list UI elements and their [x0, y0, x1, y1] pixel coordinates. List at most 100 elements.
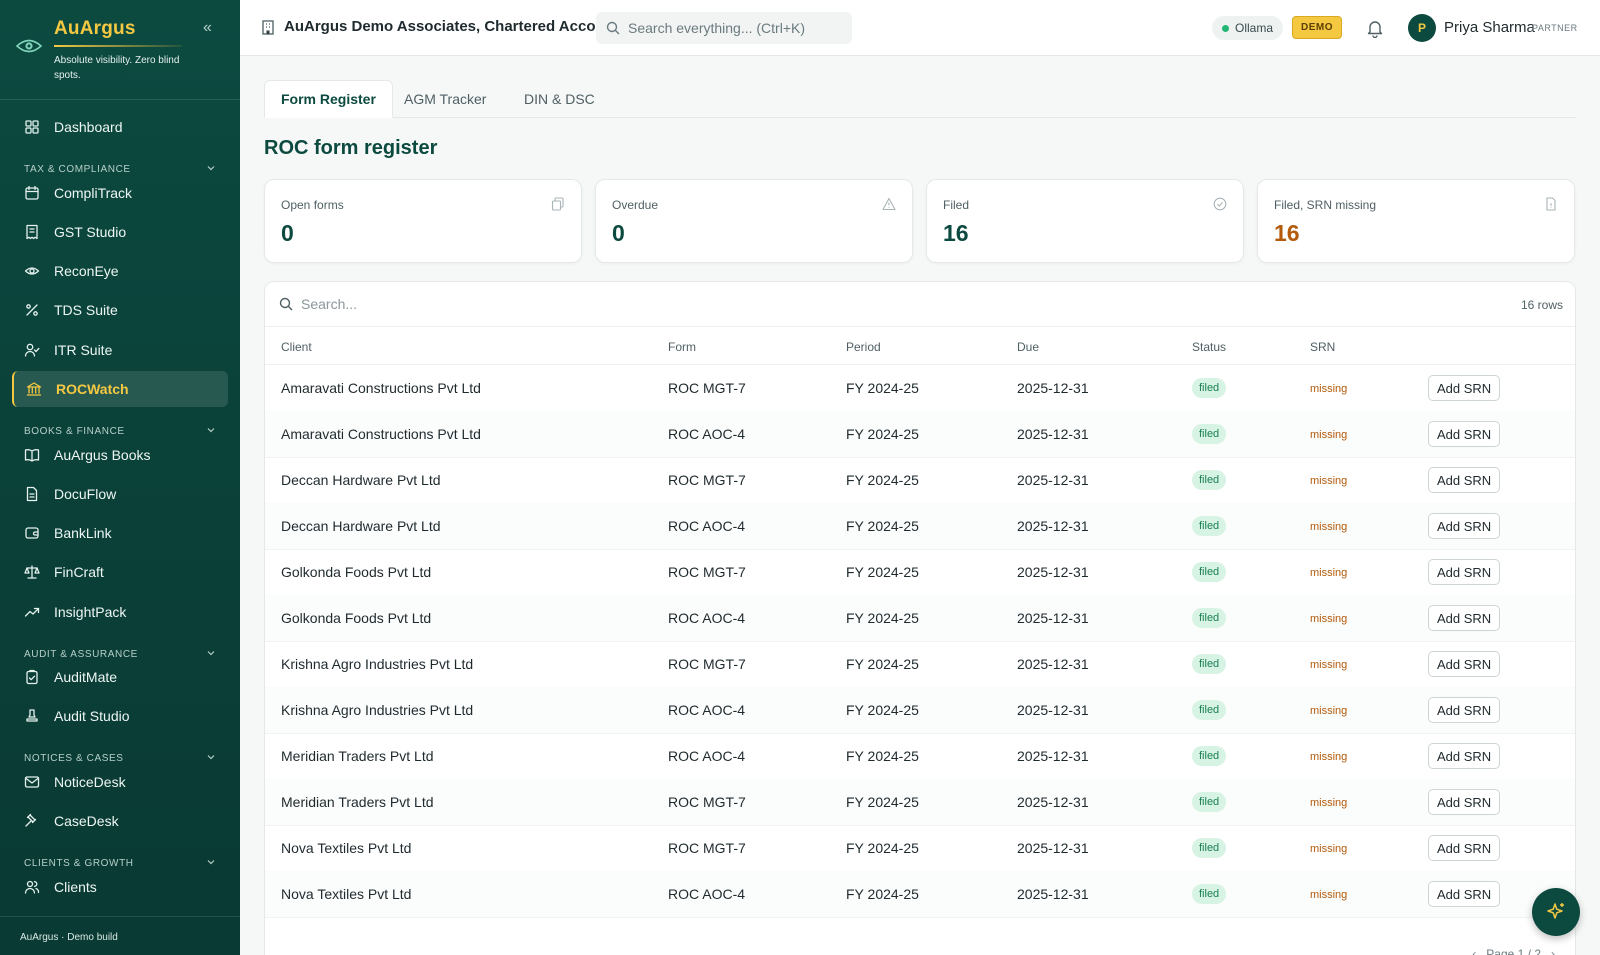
add-srn-button[interactable]: Add SRN — [1428, 375, 1501, 401]
table-search-bar: 16 rows — [265, 282, 1575, 327]
sidebar-item-label: InsightPack — [54, 604, 127, 620]
period-cell: FY 2024-25 — [846, 380, 919, 396]
srn-status: missing — [1310, 429, 1348, 441]
sidebar-item-audit-studio[interactable]: Audit Studio — [12, 698, 228, 734]
client-cell: Deccan Hardware Pvt Ltd — [281, 518, 441, 534]
sidebar-nav: Dashboard TAX & COMPLIANCE CompliTrack GST … — [0, 100, 240, 915]
client-cell: Deccan Hardware Pvt Ltd — [281, 472, 441, 488]
add-srn-button[interactable]: Add SRN — [1428, 605, 1501, 631]
ai-assistant-button[interactable] — [1532, 888, 1580, 936]
column-header-srn[interactable]: SRN — [1310, 340, 1335, 354]
sidebar-item-fincraft[interactable]: FinCraft — [12, 554, 228, 590]
sidebar-section-label: BOOKS & FINANCE — [24, 426, 125, 437]
add-srn-button[interactable]: Add SRN — [1428, 743, 1501, 769]
period-cell: FY 2024-25 — [846, 564, 919, 580]
sidebar-item-tds-suite[interactable]: TDS Suite — [12, 292, 228, 328]
sidebar-item-insightpack[interactable]: InsightPack — [12, 594, 228, 630]
table-row[interactable]: Deccan Hardware Pvt Ltd ROC MGT-7 FY 2024-… — [265, 457, 1575, 504]
table-row[interactable]: Meridian Traders Pvt Ltd ROC AOC-4 FY 2024… — [265, 733, 1575, 780]
sidebar-item-noticedesk[interactable]: NoticeDesk — [12, 764, 228, 800]
sidebar-item-clients[interactable]: Clients — [12, 869, 228, 905]
column-header-due[interactable]: Due — [1017, 340, 1039, 354]
users-icon — [24, 879, 40, 895]
demo-badge: DEMO — [1292, 16, 1342, 39]
table-row[interactable]: Meridian Traders Pvt Ltd ROC MGT-7 FY 2024… — [265, 779, 1575, 826]
sidebar-item-dashboard[interactable]: Dashboard — [12, 109, 228, 145]
table-row[interactable]: Amaravati Constructions Pvt Ltd ROC MGT-7… — [265, 365, 1575, 412]
tab-form-register[interactable]: Form Register — [264, 80, 393, 118]
status-badge: filed — [1192, 746, 1227, 766]
user-name[interactable]: Priya Sharma — [1444, 19, 1535, 36]
sidebar-item-rocwatch[interactable]: ROCWatch — [12, 371, 228, 407]
bell-icon[interactable] — [1365, 18, 1385, 38]
sidebar-item-gst-studio[interactable]: GST Studio — [12, 214, 228, 250]
stat-filed: Filed 16 — [926, 179, 1244, 263]
sidebar-item-auargus-books[interactable]: AuArgus Books — [12, 437, 228, 473]
table-search-input[interactable] — [301, 290, 1201, 318]
receipt-icon — [24, 224, 40, 240]
tab-agm-tracker[interactable]: AGM Tracker — [388, 80, 502, 118]
sidebar-item-label: ROCWatch — [56, 381, 129, 397]
sidebar-item-complitrack[interactable]: CompliTrack — [12, 175, 228, 211]
add-srn-button[interactable]: Add SRN — [1428, 835, 1501, 861]
sidebar-item-reconeye[interactable]: ReconEye — [12, 253, 228, 289]
sidebar-item-label: CaseDesk — [54, 813, 119, 829]
table-row[interactable]: Krishna Agro Industries Pvt Ltd ROC AOC-4… — [265, 687, 1575, 734]
table-row[interactable]: Nova Textiles Pvt Ltd ROC MGT-7 FY 2024-25… — [265, 825, 1575, 872]
add-srn-button[interactable]: Add SRN — [1428, 421, 1501, 447]
sidebar-item-label: ITR Suite — [54, 342, 113, 358]
form-cell: ROC AOC-4 — [668, 426, 746, 442]
add-srn-button[interactable]: Add SRN — [1428, 651, 1501, 677]
sidebar-item-itr-suite[interactable]: ITR Suite — [12, 332, 228, 368]
percent-icon — [24, 302, 40, 318]
collapse-sidebar-icon[interactable]: « — [203, 20, 219, 36]
status-badge: filed — [1192, 884, 1227, 904]
clipboard-check-icon — [24, 669, 40, 685]
sidebar-item-label: Audit Studio — [54, 708, 130, 724]
form-cell: ROC AOC-4 — [668, 518, 746, 534]
prev-page-icon[interactable]: ‹ — [1472, 947, 1476, 955]
add-srn-button[interactable]: Add SRN — [1428, 789, 1501, 815]
next-page-icon[interactable]: › — [1551, 947, 1555, 955]
ollama-status[interactable]: Ollama — [1212, 16, 1284, 40]
global-search[interactable]: Search everything... (Ctrl+K) — [596, 12, 852, 44]
status-badge: filed — [1192, 516, 1227, 536]
column-header-form[interactable]: Form — [668, 340, 696, 354]
table-row[interactable]: Krishna Agro Industries Pvt Ltd ROC MGT-7… — [265, 641, 1575, 688]
add-srn-button[interactable]: Add SRN — [1428, 697, 1501, 723]
srn-status: missing — [1310, 613, 1348, 625]
column-header-client[interactable]: Client — [281, 340, 312, 354]
sidebar: AuArgus Absolute visibility. Zero blind … — [0, 0, 240, 955]
add-srn-button[interactable]: Add SRN — [1428, 513, 1501, 539]
table-row[interactable]: Golkonda Foods Pvt Ltd ROC MGT-7 FY 2024-2… — [265, 549, 1575, 596]
due-date-cell: 2025-12-31 — [1017, 610, 1089, 626]
sidebar-item-casedesk[interactable]: CaseDesk — [12, 803, 228, 839]
add-srn-button[interactable]: Add SRN — [1428, 881, 1501, 907]
table-row[interactable]: Nova Textiles Pvt Ltd ROC AOC-4 FY 2024-25… — [265, 871, 1575, 918]
form-cell: ROC MGT-7 — [668, 564, 746, 580]
user-check-icon — [24, 342, 40, 358]
mail-icon — [24, 774, 40, 790]
ollama-label: Ollama — [1235, 21, 1274, 35]
sidebar-item-auditmate[interactable]: AuditMate — [12, 659, 228, 695]
column-header-status[interactable]: Status — [1192, 340, 1226, 354]
client-cell: Krishna Agro Industries Pvt Ltd — [281, 656, 474, 672]
add-srn-button[interactable]: Add SRN — [1428, 467, 1501, 493]
table-row[interactable]: Amaravati Constructions Pvt Ltd ROC AOC-4… — [265, 411, 1575, 458]
user-role: PARTNER — [1532, 23, 1578, 33]
sidebar-item-banklink[interactable]: BankLink — [12, 515, 228, 551]
period-cell: FY 2024-25 — [846, 840, 919, 856]
srn-status: missing — [1310, 843, 1348, 855]
table-row[interactable]: Golkonda Foods Pvt Ltd ROC AOC-4 FY 2024-2… — [265, 595, 1575, 642]
sidebar-item-docuflow[interactable]: DocuFlow — [12, 476, 228, 512]
add-srn-button[interactable]: Add SRN — [1428, 559, 1501, 585]
scale-icon — [24, 564, 40, 580]
tab-din-dsc[interactable]: DIN & DSC — [508, 80, 611, 118]
column-header-period[interactable]: Period — [846, 340, 881, 354]
user-avatar[interactable]: P — [1408, 14, 1436, 42]
sidebar-section-label: TAX & COMPLIANCE — [24, 164, 131, 175]
brand-header: AuArgus Absolute visibility. Zero blind … — [0, 0, 240, 100]
firm-selector[interactable]: AuArgus Demo Associates, Chartered Accou… — [260, 18, 617, 35]
status-badge: filed — [1192, 792, 1227, 812]
table-row[interactable]: Deccan Hardware Pvt Ltd ROC AOC-4 FY 2024-… — [265, 503, 1575, 550]
